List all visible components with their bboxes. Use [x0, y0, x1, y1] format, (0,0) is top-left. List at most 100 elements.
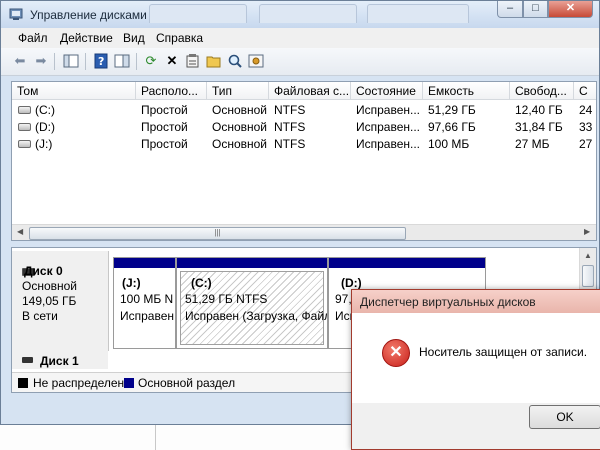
title-bar[interactable]: Управление дисками – □ ✕ — [1, 1, 599, 28]
cell-capacity: 97,66 ГБ — [428, 120, 476, 134]
minimize-button[interactable]: – — [497, 1, 523, 18]
cell-status: Исправен... — [356, 120, 421, 134]
open-icon[interactable] — [205, 52, 223, 70]
menu-bar: Файл Действие Вид Справка — [1, 28, 599, 48]
window-controls: – □ ✕ — [497, 1, 593, 19]
close-button[interactable]: ✕ — [548, 1, 593, 18]
legend-unallocated-swatch — [18, 378, 28, 388]
cell-volume: (J:) — [35, 137, 53, 151]
background-tab — [367, 4, 469, 23]
console-tree-icon[interactable] — [62, 52, 80, 70]
cell-status: Исправен... — [356, 137, 421, 151]
partition-bar — [329, 258, 485, 268]
cell-filesystem: NTFS — [274, 103, 306, 117]
cell-layout: Простой — [141, 120, 188, 134]
back-icon[interactable]: ⬅ — [11, 52, 29, 70]
svg-text:?: ? — [98, 55, 104, 68]
toolbar-separator — [54, 53, 55, 70]
scroll-left-icon[interactable]: ◀ — [17, 227, 23, 236]
cell-filesystem: NTFS — [274, 137, 306, 151]
help-icon[interactable]: ? — [92, 52, 110, 70]
app-icon — [9, 8, 23, 20]
scroll-thumb-vertical[interactable] — [582, 265, 594, 287]
error-dialog: Диспетчер виртуальных дисков ✕ Носитель … — [351, 289, 600, 450]
drive-icon — [18, 123, 31, 131]
dialog-body: ✕ Носитель защищен от записи. — [352, 313, 600, 403]
legend-unallocated-label: Не распределен — [33, 376, 125, 390]
background-tab — [149, 4, 247, 23]
disk-0-status: В сети — [22, 309, 58, 323]
partition-bar — [177, 258, 327, 268]
scroll-thumb[interactable]: ||| — [29, 227, 406, 240]
menu-action[interactable]: Действие — [60, 31, 113, 45]
disk-1-info[interactable]: Диск 1 — [12, 351, 108, 369]
maximize-button[interactable]: □ — [523, 1, 548, 18]
cell-capacity: 51,29 ГБ — [428, 103, 476, 117]
cell-capacity: 100 МБ — [428, 137, 470, 151]
column-header-layout[interactable]: Располо... — [136, 82, 207, 100]
drive-icon — [18, 106, 31, 114]
cell-filesystem: NTFS — [274, 120, 306, 134]
settings-icon[interactable] — [247, 52, 265, 70]
cell-layout: Простой — [141, 103, 188, 117]
menu-view[interactable]: Вид — [123, 31, 145, 45]
cell-type: Основной — [212, 137, 268, 151]
cell-type: Основной — [212, 120, 268, 134]
menu-help[interactable]: Справка — [156, 31, 203, 45]
partition-size: 100 МБ N — [120, 292, 174, 306]
column-header-percent[interactable]: С — [574, 82, 596, 100]
table-row[interactable]: (C:) Простой Основной NTFS Исправен... 5… — [12, 101, 596, 119]
partition-c[interactable]: (C:) 51,29 ГБ NTFS Исправен (Загрузка, Ф… — [176, 257, 328, 349]
column-header-filesystem[interactable]: Файловая с... — [269, 82, 351, 100]
cell-volume: (D:) — [35, 120, 55, 134]
disk-0-name: Диск 0 — [24, 264, 63, 278]
delete-icon[interactable]: ✕ — [163, 52, 181, 70]
partition-name: (J:) — [122, 276, 141, 290]
forward-icon[interactable]: ➡ — [32, 52, 50, 70]
cell-free: 27 МБ — [515, 137, 550, 151]
cell-layout: Простой — [141, 137, 188, 151]
toolbar: ⬅ ➡ ? ⟳ ✕ — [1, 48, 599, 76]
dialog-title: Диспетчер виртуальных дисков — [360, 295, 536, 309]
horizontal-scrollbar[interactable]: ◀ ||| ▶ — [12, 224, 596, 240]
refresh-icon[interactable]: ⟳ — [142, 52, 160, 70]
ok-button[interactable]: OK — [529, 405, 600, 429]
column-header-free[interactable]: Свобод... — [510, 82, 574, 100]
properties-icon[interactable] — [184, 52, 202, 70]
scroll-up-icon[interactable]: ▲ — [584, 251, 592, 260]
cell-percent: 27 — [579, 137, 593, 151]
partition-bar — [114, 258, 175, 268]
background-tab — [259, 4, 357, 23]
table-row[interactable]: (D:) Простой Основной NTFS Исправен... 9… — [12, 118, 596, 136]
drive-icon — [18, 140, 31, 148]
legend-primary-swatch — [124, 378, 134, 388]
disk-1-name: Диск 1 — [40, 354, 79, 368]
background-divider — [155, 425, 156, 450]
cell-free: 12,40 ГБ — [515, 103, 563, 117]
cell-percent: 24 — [579, 103, 593, 117]
column-header-type[interactable]: Тип — [207, 82, 269, 100]
dialog-message: Носитель защищен от записи. — [419, 345, 588, 359]
partition-j[interactable]: (J:) 100 МБ N Исправен — [113, 257, 176, 349]
column-header-status[interactable]: Состояние — [351, 82, 423, 100]
disk-icon — [22, 357, 33, 363]
cell-type: Основной — [212, 103, 268, 117]
dialog-title-bar[interactable]: Диспетчер виртуальных дисков — [352, 290, 600, 313]
partition-size: 51,29 ГБ NTFS — [185, 292, 268, 306]
scroll-right-icon[interactable]: ▶ — [584, 227, 590, 236]
column-header-capacity[interactable]: Емкость — [423, 82, 510, 100]
volume-list: Том Располо... Тип Файловая с... Состоян… — [11, 81, 597, 241]
column-header-volume[interactable]: Том — [12, 82, 136, 100]
disk-0-info[interactable]: Диск 0 Основной 149,05 ГБ В сети — [12, 251, 109, 351]
search-icon[interactable] — [226, 52, 244, 70]
window-title: Управление дисками — [30, 8, 147, 22]
partition-status: Исправен (Загрузка, Файл — [185, 309, 328, 323]
view-icon[interactable] — [113, 52, 131, 70]
partition-name: (C:) — [191, 276, 212, 290]
cell-status: Исправен... — [356, 103, 421, 117]
menu-file[interactable]: Файл — [18, 31, 48, 45]
table-row[interactable]: (J:) Простой Основной NTFS Исправен... 1… — [12, 135, 596, 153]
disk-0-size: 149,05 ГБ — [22, 294, 77, 308]
disk-0-type: Основной — [22, 279, 78, 293]
cell-percent: 33 — [579, 120, 593, 134]
